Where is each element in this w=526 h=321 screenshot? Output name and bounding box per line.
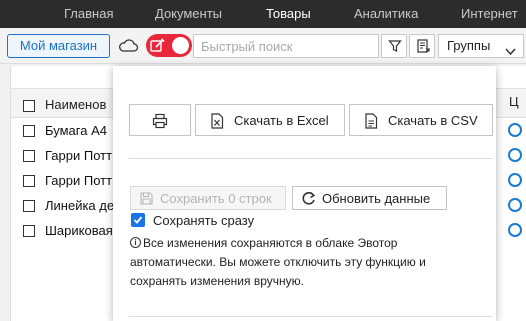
cloud-settings-panel: Скачать в Excel Скачать в CSV Сохранить …	[113, 66, 496, 321]
edit-mode-toggle[interactable]	[146, 34, 192, 57]
excel-file-icon	[211, 113, 224, 129]
csv-file-icon	[365, 113, 378, 129]
quick-search-input[interactable]	[193, 34, 379, 58]
toolbar: Мой магазин Группы	[0, 28, 526, 64]
groups-dropdown[interactable]: Группы	[438, 34, 524, 58]
download-csv-button[interactable]: Скачать в CSV	[349, 104, 493, 136]
divider	[129, 158, 493, 159]
row-name: Гарри Потт	[45, 148, 113, 163]
divider	[129, 316, 493, 317]
print-button[interactable]	[129, 104, 191, 136]
row-status-icon	[508, 148, 522, 162]
row-status-icon	[508, 123, 522, 137]
edit-icon	[150, 38, 165, 53]
cloud-icon[interactable]	[116, 37, 140, 55]
save-rows-button[interactable]: Сохранить 0 строк	[130, 186, 286, 210]
row-checkbox[interactable]	[23, 175, 35, 187]
nav-item-home[interactable]: Главная	[64, 6, 113, 21]
check-icon	[133, 216, 143, 224]
select-all-checkbox[interactable]	[23, 100, 35, 112]
refresh-icon	[302, 191, 316, 205]
export-icon	[417, 39, 430, 53]
nav-item-products[interactable]: Товары	[266, 6, 311, 21]
row-checkbox[interactable]	[23, 150, 35, 162]
nav-item-documents[interactable]: Документы	[155, 6, 222, 21]
toggle-knob	[172, 37, 189, 54]
save-icon	[140, 192, 153, 205]
row-name: Линейка де	[45, 198, 115, 213]
refresh-label: Обновить данные	[322, 191, 431, 206]
row-name: Гарри Потт	[45, 173, 113, 188]
column-header-name[interactable]: Наименов	[45, 97, 106, 112]
row-checkbox[interactable]	[23, 225, 35, 237]
filter-button[interactable]	[381, 34, 407, 58]
excel-label: Скачать в Excel	[234, 113, 329, 128]
row-checkbox[interactable]	[23, 200, 35, 212]
row-name: Шариковая	[45, 223, 113, 238]
csv-label: Скачать в CSV	[388, 113, 478, 128]
nav-item-analytics[interactable]: Аналитика	[354, 6, 418, 21]
store-selector-button[interactable]: Мой магазин	[7, 34, 110, 58]
refresh-data-button[interactable]: Обновить данные	[292, 186, 447, 210]
save-label: Сохранить 0 строк	[160, 191, 272, 206]
autosave-info-text: Все изменения сохраняются в облаке Эвото…	[130, 236, 426, 288]
autosave-label[interactable]: Сохранять сразу	[153, 213, 254, 228]
chevron-down-icon	[505, 41, 516, 63]
nav-item-internet[interactable]: Интернет	[461, 6, 518, 21]
export-button[interactable]	[409, 34, 435, 58]
printer-icon	[152, 113, 168, 129]
row-status-icon	[508, 198, 522, 212]
row-status-icon	[508, 173, 522, 187]
top-navigation: Главная Документы Товары Аналитика Интер…	[0, 0, 526, 28]
autosave-checkbox[interactable]	[131, 213, 145, 227]
download-excel-button[interactable]: Скачать в Excel	[195, 104, 345, 136]
row-checkbox[interactable]	[23, 125, 35, 137]
row-status-icon	[508, 223, 522, 237]
filter-icon	[388, 40, 402, 52]
column-header-price[interactable]: Ц	[509, 94, 519, 109]
groups-label: Группы	[447, 38, 491, 53]
row-name: Бумага А4	[45, 123, 107, 138]
